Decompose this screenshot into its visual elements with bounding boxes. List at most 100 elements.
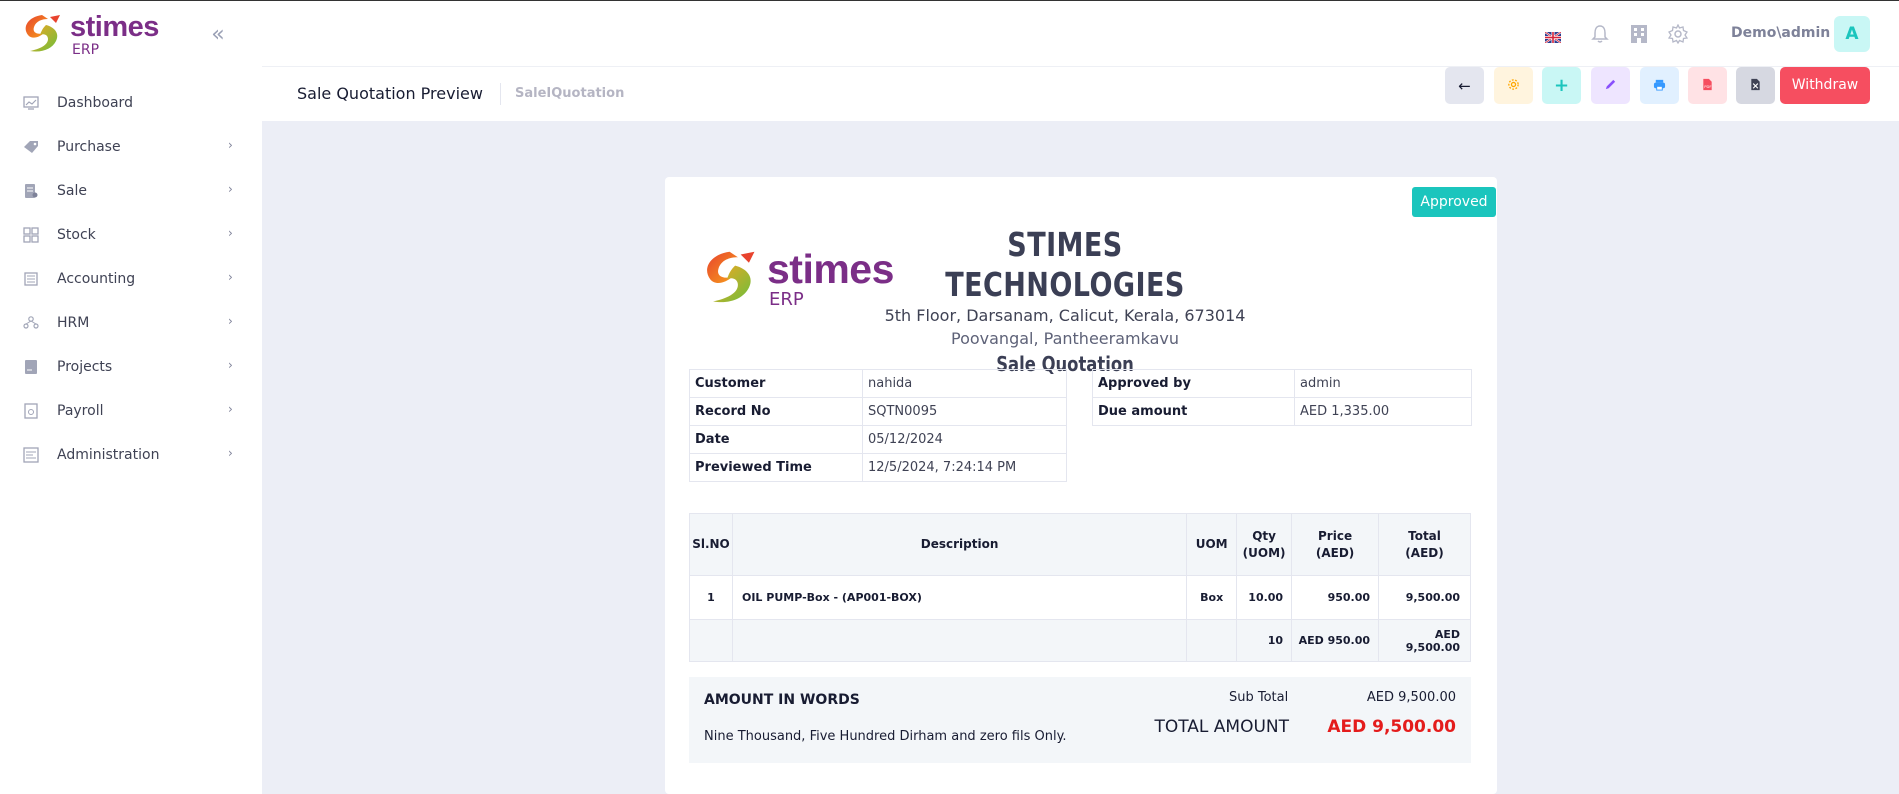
sidebar-item-hrm[interactable]: HRM › [0,301,262,345]
cell-price: 950.00 [1291,575,1380,620]
cell-empty [731,619,1188,662]
sidebar-item-label: Purchase [57,139,121,155]
items-table: Sl.NO Description UOM Qty (UOM) Price (AED… [689,513,1471,662]
settings-gear-icon[interactable] [1667,23,1689,45]
info-key: Approved by [1092,369,1295,398]
subheader: Sale Quotation Preview SaleIQuotation ← … [262,67,1899,121]
info-key: Customer [689,369,863,398]
column-header-slno: Sl.NO [689,513,733,576]
brand-sub: ERP [72,42,100,58]
stimes-logo-icon [707,251,755,303]
gear-icon [1507,77,1520,95]
avatar[interactable]: A [1834,16,1870,52]
column-header-description: Description [731,513,1188,576]
table-row: Customer nahida [689,369,1067,398]
arrow-left-icon: ← [1458,76,1471,95]
payslip-icon [22,402,40,420]
cell-total-amount: AED 9,500.00 [1378,619,1471,662]
sidebar-item-dashboard[interactable]: Dashboard [0,81,262,125]
info-value: SQTN0095 [862,397,1067,426]
print-button[interactable] [1640,67,1679,104]
sidebar-item-accounting[interactable]: Accounting › [0,257,262,301]
quotation-document: Approved stimes ERP STIMES TECHNOLOGIES … [665,177,1497,794]
amount-in-words: Nine Thousand, Five Hundred Dirham and z… [704,729,1067,744]
chevron-right-icon: › [228,226,233,240]
sidebar-item-projects[interactable]: Projects › [0,345,262,389]
receipt-icon [22,182,40,200]
chevron-right-icon: › [228,358,233,372]
info-key: Due amount [1092,397,1295,426]
approval-settings-button[interactable] [1494,67,1533,104]
cell-description: OIL PUMP-Box - (AP001-BOX) [731,575,1188,620]
chevron-right-icon: › [228,138,233,152]
cell-total: 9,500.00 [1378,575,1471,620]
chevron-right-icon: › [228,182,233,196]
sidebar-item-sale[interactable]: Sale › [0,169,262,213]
excel-button[interactable] [1736,67,1775,104]
svg-text:PDF: PDF [1704,85,1711,89]
building-icon[interactable] [1628,23,1650,45]
sidebar-menu: Dashboard Purchase › Sale › Stock › Acco… [0,81,262,477]
info-value: AED 1,335.00 [1294,397,1472,426]
brand-name: stimes [70,11,159,43]
add-button[interactable]: + [1542,67,1581,104]
cell-total-qty: 10 [1236,619,1293,662]
chevron-right-icon: › [228,402,233,416]
info-value: 05/12/2024 [862,425,1067,454]
grid-icon [22,226,40,244]
sidebar-item-label: Stock [57,227,96,243]
chevron-right-icon: › [228,314,233,328]
chevron-right-icon: › [228,270,233,284]
user-name[interactable]: Demo\admin [1731,25,1830,41]
column-header-total-line2: (AED) [1405,545,1444,560]
cell-uom: Box [1186,575,1238,620]
column-header-total: Total (AED) [1378,513,1471,576]
withdraw-button[interactable]: Withdraw [1780,67,1870,104]
company-address-line1: 5th Floor, Darsanam, Calicut, Kerala, 67… [884,306,1246,325]
company-address-line2: Poovangal, Pantheeramkavu [951,329,1179,348]
sidebar: stimes ERP « Dashboard Purchase › Sale › [0,1,262,794]
back-button[interactable]: ← [1445,67,1484,104]
cell-total-price: AED 950.00 [1291,619,1380,662]
edit-button[interactable] [1591,67,1630,104]
column-header-qty-line2: (UOM) [1242,545,1286,560]
sub-total-value: AED 9,500.00 [1366,690,1456,705]
info-value: 12/5/2024, 7:24:14 PM [862,453,1067,482]
collapse-sidebar-icon[interactable]: « [206,23,230,47]
sidebar-item-label: HRM [57,315,90,331]
sub-total-label: Sub Total [1229,690,1289,705]
uk-flag-icon[interactable] [1544,28,1562,44]
sidebar-item-label: Administration [57,447,160,463]
column-header-total-line1: Total [1408,528,1441,543]
cell-qty: 10.00 [1236,575,1293,620]
plus-icon: + [1553,75,1570,96]
pencil-icon [1604,77,1617,95]
sidebar-item-stock[interactable]: Stock › [0,213,262,257]
excel-file-icon [1750,77,1761,95]
total-amount-label: TOTAL AMOUNT [1154,717,1289,737]
bell-icon[interactable] [1589,23,1611,45]
column-header-qty: Qty (UOM) [1236,513,1293,576]
sidebar-item-payroll[interactable]: Payroll › [0,389,262,433]
column-header-qty-line1: Qty [1252,528,1276,543]
sidebar-item-label: Projects [57,359,113,375]
sidebar-item-administration[interactable]: Administration › [0,433,262,477]
cell-slno: 1 [689,575,733,620]
sidebar-item-label: Dashboard [57,95,133,111]
table-row: Previewed Time 12/5/2024, 7:24:14 PM [689,453,1067,482]
sidebar-item-label: Payroll [57,403,104,419]
sidebar-item-purchase[interactable]: Purchase › [0,125,262,169]
brand-logo[interactable]: stimes ERP [20,13,159,57]
info-value: nahida [862,369,1067,398]
book-icon [22,270,40,288]
pdf-file-icon: PDF [1702,77,1713,95]
info-value: admin [1294,369,1472,398]
table-row: Record No SQTN0095 [689,397,1067,426]
column-header-uom: UOM [1186,513,1238,576]
breadcrumb: SaleIQuotation [515,86,625,101]
company-header: STIMES TECHNOLOGIES 5th Floor, Darsanam,… [855,225,1275,377]
stimes-logo-icon [25,15,60,52]
pdf-button[interactable]: PDF [1688,67,1727,104]
cell-empty [1186,619,1238,662]
table-row: Date 05/12/2024 [689,425,1067,454]
